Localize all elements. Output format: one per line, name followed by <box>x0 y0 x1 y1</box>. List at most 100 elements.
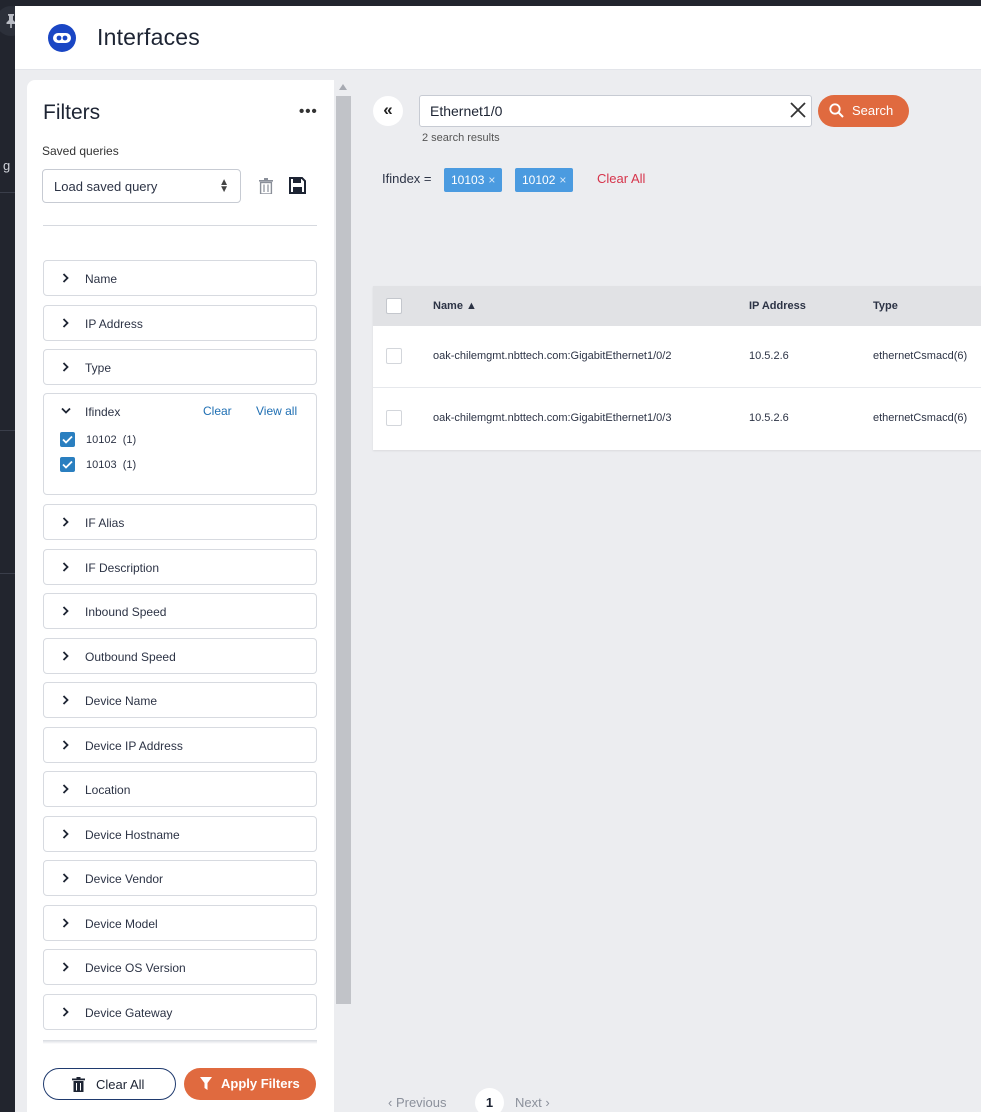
filter-chip[interactable]: 10103 × <box>444 168 503 192</box>
app-logo-icon <box>48 24 76 52</box>
chevron-right-icon <box>62 650 69 661</box>
facet-ip-address[interactable]: IP Address <box>43 304 317 341</box>
collapse-panel-button[interactable]: « <box>373 96 403 126</box>
side-rail: g <box>0 0 15 1112</box>
scroll-thumb[interactable] <box>336 96 351 1004</box>
apply-filters-label: Apply Filters <box>221 1076 300 1091</box>
facet-label: Device Name <box>85 694 158 708</box>
table-header: Name ▲ IP Address Type <box>373 286 981 326</box>
filters-title: Filters <box>43 101 101 124</box>
chevron-down-icon[interactable] <box>61 407 71 415</box>
cell-type: ethernetCsmacd(6) <box>873 350 968 362</box>
apply-filters-button[interactable]: Apply Filters <box>184 1068 316 1100</box>
facet-label: IP Address <box>85 316 143 331</box>
chevron-right-icon <box>62 962 69 972</box>
clear-all-label: Clear All <box>96 1077 145 1092</box>
row-checkbox[interactable] <box>386 410 402 426</box>
select-all-checkbox[interactable] <box>386 298 402 314</box>
facet-type[interactable]: Type <box>43 349 317 385</box>
column-header-ip[interactable]: IP Address <box>749 300 806 312</box>
facet-label: Device Model <box>85 916 158 931</box>
saved-queries-label: Saved queries <box>42 144 119 158</box>
page-1-button[interactable]: 1 <box>475 1088 504 1112</box>
rail-divider <box>0 573 15 574</box>
delete-query-icon[interactable] <box>259 178 273 194</box>
filters-scrollbar[interactable] <box>334 80 353 1112</box>
filters-divider <box>43 225 317 226</box>
rail-cut-label: g <box>3 158 11 173</box>
saved-query-select-value: Load saved query <box>54 179 158 194</box>
facet-device-model[interactable]: Device Model <box>43 904 317 941</box>
facet-if-description[interactable]: IF Description <box>43 548 317 585</box>
search-button[interactable]: Search <box>818 95 909 127</box>
facet-ifindex: Ifindex Clear View all 10102 (1) 10103 (… <box>43 393 317 495</box>
search-button-label: Search <box>852 103 894 118</box>
clear-all-button[interactable]: Clear All <box>43 1068 176 1100</box>
chevron-right-icon <box>62 362 69 372</box>
facet-device-ip-address[interactable]: Device IP Address <box>43 726 317 763</box>
active-filter-key: Ifindex = <box>382 171 432 186</box>
column-header-type[interactable]: Type <box>873 300 898 312</box>
funnel-icon <box>200 1077 212 1090</box>
chevron-right-icon <box>62 917 69 928</box>
column-header-name[interactable]: Name ▲ <box>433 300 477 312</box>
cell-name: oak-chilemgmt.nbttech.com:GigabitEtherne… <box>433 412 672 424</box>
facet-label: IF Description <box>85 560 160 575</box>
facet-label: Device Gateway <box>85 1005 173 1020</box>
facet-inbound-speed[interactable]: Inbound Speed <box>43 593 317 629</box>
cell-name: oak-chilemgmt.nbttech.com:GigabitEtherne… <box>433 350 672 362</box>
remove-chip-icon[interactable]: × <box>488 173 495 187</box>
checkbox-checked[interactable] <box>60 457 75 472</box>
checkbox-checked[interactable] <box>60 432 75 447</box>
facet-clear-link[interactable]: Clear <box>203 404 232 418</box>
facet-label: Device Vendor <box>85 872 164 886</box>
scroll-up-icon[interactable] <box>339 84 347 90</box>
filters-panel: Filters ••• Saved queries Load saved que… <box>27 80 334 1112</box>
page-title: Interfaces <box>97 24 200 50</box>
facet-label: Type <box>85 361 112 375</box>
results-table: Name ▲ IP Address Type oak-chilemgmt.nbt… <box>373 286 981 450</box>
facet-view-all-link[interactable]: View all <box>256 404 297 418</box>
trash-icon <box>72 1077 85 1092</box>
facet-option-label: 10103 (1) <box>86 459 137 471</box>
facet-name[interactable]: Name <box>43 260 317 296</box>
previous-page-button[interactable]: ‹ Previous <box>388 1095 447 1110</box>
chevron-right-icon <box>62 317 69 328</box>
results-count: 2 search results <box>422 132 500 144</box>
facet-label: Outbound Speed <box>85 649 176 664</box>
facet-device-gateway[interactable]: Device Gateway <box>43 993 317 1030</box>
row-checkbox[interactable] <box>386 348 402 364</box>
facet-device-vendor[interactable]: Device Vendor <box>43 860 317 896</box>
chevron-right-icon <box>62 561 69 572</box>
search-input-value: Ethernet1/0 <box>430 103 503 119</box>
remove-chip-icon[interactable]: × <box>559 173 566 187</box>
next-page-button[interactable]: Next › <box>515 1095 550 1110</box>
facet-device-name[interactable]: Device Name <box>43 682 317 718</box>
facet-if-alias[interactable]: IF Alias <box>43 504 317 540</box>
chevron-right-icon <box>62 1006 69 1017</box>
facet-outbound-speed[interactable]: Outbound Speed <box>43 637 317 674</box>
facet-device-os-version[interactable]: Device OS Version <box>43 949 317 985</box>
facet-label: Device Hostname <box>85 827 180 842</box>
chevron-right-icon <box>62 695 69 705</box>
save-query-icon[interactable] <box>289 177 306 194</box>
facet-device-hostname[interactable]: Device Hostname <box>43 815 317 852</box>
facet-label: Ifindex <box>85 405 121 419</box>
facet-label: Location <box>85 783 131 797</box>
chevron-right-icon <box>62 273 69 283</box>
cell-ip: 10.5.2.6 <box>749 412 789 424</box>
table-row[interactable]: oak-chilemgmt.nbttech.com:GigabitEtherne… <box>373 326 981 388</box>
cell-type: ethernetCsmacd(6) <box>873 412 968 424</box>
clear-search-icon[interactable] <box>789 101 807 119</box>
facet-location[interactable]: Location <box>43 771 317 807</box>
more-options-icon[interactable]: ••• <box>299 104 318 119</box>
search-input[interactable]: Ethernet1/0 <box>419 95 812 127</box>
chevron-right-icon <box>62 784 69 794</box>
table-row[interactable]: oak-chilemgmt.nbttech.com:GigabitEtherne… <box>373 388 981 450</box>
cell-ip: 10.5.2.6 <box>749 350 789 362</box>
saved-query-select[interactable]: Load saved query ▲ ▼ <box>42 169 241 203</box>
filter-chip[interactable]: 10102 × <box>515 168 574 192</box>
chevron-right-icon <box>62 606 69 616</box>
rail-divider <box>0 430 15 431</box>
clear-all-filters-link[interactable]: Clear All <box>597 171 645 186</box>
